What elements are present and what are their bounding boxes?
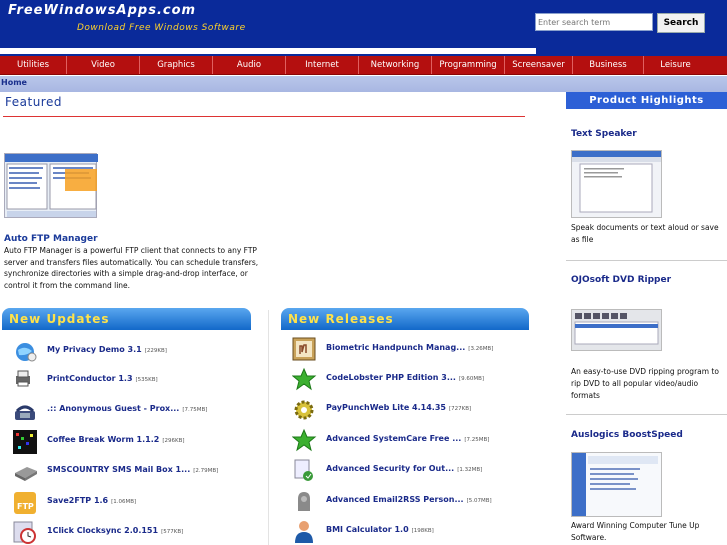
item-size: [1.32MB] <box>457 467 483 473</box>
item-size: [9.60MB] <box>458 376 485 382</box>
site-logo[interactable]: FreeWindowsApps.com <box>8 3 196 18</box>
highlight-screenshot[interactable] <box>571 309 662 351</box>
nav-item-audio[interactable]: Audio <box>213 56 286 74</box>
list-item[interactable]: Advanced Email2RSS Person... [5.07MB] <box>292 489 552 517</box>
clock-icon <box>13 520 39 545</box>
item-size: [577KB] <box>161 529 184 535</box>
email-rss-icon <box>292 489 318 515</box>
highlight-title-auslogics[interactable]: Auslogics BoostSpeed <box>571 430 683 440</box>
nav-item-business[interactable]: Business <box>573 56 644 74</box>
new-updates-header: New Updates <box>2 308 251 330</box>
new-releases-header: New Releases <box>281 308 529 330</box>
list-item[interactable]: Advanced Security for Out... [1.32MB] <box>292 458 552 486</box>
highlight-screenshot[interactable] <box>571 150 662 218</box>
site-tagline: Download Free Windows Software <box>77 23 246 33</box>
item-name: Save2FTP 1.6 <box>47 496 109 505</box>
item-size: [727KB] <box>448 406 472 412</box>
highlight-divider <box>566 260 727 261</box>
item-name: My Privacy Demo 3.1 <box>47 345 142 354</box>
item-name: PrintConductor 1.3 <box>47 374 133 383</box>
highlight-title-ojosoft[interactable]: OJOsoft DVD Ripper <box>571 275 671 285</box>
nav-item-networking[interactable]: Networking <box>359 56 432 74</box>
highlight-screenshot[interactable] <box>571 452 662 517</box>
featured-description: Auto FTP Manager is a powerful FTP clien… <box>4 246 259 290</box>
handpunch-icon <box>292 337 318 363</box>
highlight-divider <box>566 414 727 415</box>
item-name: SMSCOUNTRY SMS Mail Box 1... <box>47 465 191 474</box>
site-header: FreeWindowsApps.com Download Free Window… <box>0 0 727 56</box>
list-item[interactable]: PrintConductor 1.3 [535KB] <box>13 368 273 396</box>
green-star-icon <box>291 367 318 393</box>
svg-text:FTP: FTP <box>17 502 34 511</box>
item-name: Advanced SystemCare Free ... <box>326 434 462 443</box>
item-size: [7.25MB] <box>464 437 490 443</box>
nav-item-programming[interactable]: Programming <box>432 56 505 74</box>
item-name: Coffee Break Worm 1.1.2 <box>47 435 160 444</box>
gear-icon <box>292 397 318 423</box>
breadcrumb: Home <box>0 76 727 92</box>
item-name: Advanced Security for Out... <box>326 464 455 473</box>
list-item[interactable]: Advanced SystemCare Free ... [7.25MB] <box>291 428 552 456</box>
item-name: CodeLobster PHP Edition 3... <box>326 373 456 382</box>
item-name: .:: Anonymous Guest - Prox... <box>47 404 180 413</box>
nav-item-internet[interactable]: Internet <box>286 56 359 74</box>
nav-item-graphics[interactable]: Graphics <box>140 56 213 74</box>
phone-icon <box>13 398 39 424</box>
list-item[interactable]: SMSCOUNTRY SMS Mail Box 1... [2.79MB] <box>13 459 273 487</box>
featured-screenshot[interactable] <box>4 153 98 218</box>
list-item[interactable]: Biometric Handpunch Manag... [3.26MB] <box>292 337 552 365</box>
item-name: Biometric Handpunch Manag... <box>326 343 466 352</box>
nav-item-screensaver[interactable]: Screensaver <box>505 56 573 74</box>
item-size: [5.07MB] <box>466 498 492 504</box>
item-size: [198KB] <box>411 528 434 534</box>
privacy-globe-icon <box>13 339 39 365</box>
highlight-description: Speak documents or text aloud or save as… <box>571 223 719 244</box>
highlight-title-text-speaker[interactable]: Text Speaker <box>571 129 637 139</box>
highlight-description: Award Winning Computer Tune Up Software. <box>571 521 700 542</box>
item-name: 1Click Clocksync 2.0.151 <box>47 526 159 535</box>
category-nav: Utilities Video Graphics Audio Internet … <box>0 56 727 75</box>
featured-divider <box>3 116 525 117</box>
security-icon <box>292 458 318 484</box>
item-name: PayPunchWeb Lite 4.14.35 <box>326 403 446 412</box>
featured-title: Featured <box>5 95 62 109</box>
list-item[interactable]: CodeLobster PHP Edition 3... [9.60MB] <box>291 367 552 395</box>
item-size: [535KB] <box>135 377 158 383</box>
list-item[interactable]: My Privacy Demo 3.1 [229KB] <box>13 339 273 367</box>
sms-device-icon <box>13 459 39 485</box>
list-item[interactable]: PayPunchWeb Lite 4.14.35 [727KB] <box>292 397 552 425</box>
list-item[interactable]: .:: Anonymous Guest - Prox... [7.75MB] <box>13 398 273 426</box>
search-input[interactable] <box>535 13 653 31</box>
list-item[interactable]: BMI Calculator 1.0 [198KB] <box>292 519 552 545</box>
person-icon <box>292 519 318 545</box>
highlight-description: An easy-to-use DVD ripping program to ri… <box>571 367 719 400</box>
item-size: [229KB] <box>144 348 167 354</box>
featured-product-name[interactable]: Auto FTP Manager <box>4 234 98 244</box>
item-size: [7.75MB] <box>182 407 208 413</box>
item-name: BMI Calculator 1.0 <box>326 525 409 534</box>
list-item[interactable]: Coffee Break Worm 1.1.2 [296KB] <box>13 429 273 457</box>
item-name: Advanced Email2RSS Person... <box>326 495 464 504</box>
ftp-folder-icon: FTP <box>13 490 39 516</box>
search-button[interactable]: Search <box>657 13 705 33</box>
item-size: [296KB] <box>162 438 185 444</box>
product-highlights-header: Product Highlights <box>566 92 727 109</box>
header-divider <box>0 48 536 54</box>
breadcrumb-home[interactable]: Home <box>1 78 27 87</box>
nav-item-video[interactable]: Video <box>67 56 140 74</box>
worm-game-icon <box>13 429 39 455</box>
nav-item-utilities[interactable]: Utilities <box>0 56 67 74</box>
item-size: [1.06MB] <box>111 499 137 505</box>
list-item[interactable]: 1Click Clocksync 2.0.151 [577KB] <box>13 520 273 545</box>
item-size: [2.79MB] <box>193 468 219 474</box>
printer-icon <box>13 368 39 394</box>
item-size: [3.26MB] <box>468 346 494 352</box>
list-item[interactable]: FTP Save2FTP 1.6 [1.06MB] <box>13 490 273 518</box>
green-star-icon <box>291 428 318 454</box>
nav-item-leisure[interactable]: Leisure <box>644 56 707 74</box>
